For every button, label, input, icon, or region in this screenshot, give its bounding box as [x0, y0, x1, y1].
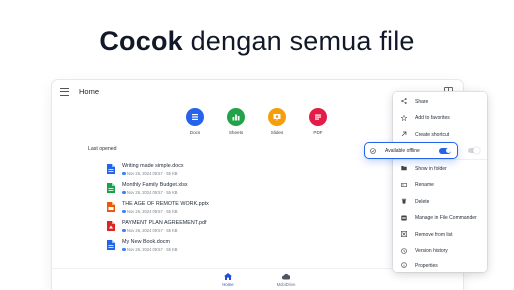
- category-docs[interactable]: Docs: [185, 108, 205, 135]
- file-meta: Nov 26, 2024 09:57 · 55 KB: [127, 208, 178, 214]
- cloud-icon: [122, 248, 126, 251]
- cloud-icon: [122, 210, 126, 213]
- category-label: PDF: [313, 130, 323, 135]
- star-icon: [401, 114, 407, 121]
- info-icon: [401, 262, 407, 268]
- shortcut-icon: [401, 131, 407, 137]
- menu-label: Create shortcut: [415, 131, 450, 138]
- offline-icon: [370, 147, 376, 154]
- menu-label: Add to favorites: [415, 115, 450, 121]
- file-name: THE AGE OF REMOTE WORK.pptx: [122, 201, 209, 207]
- file-row[interactable]: Monthly Family Budget.xlsx Nov 26, 2024 …: [107, 181, 277, 200]
- nav-home[interactable]: Home: [213, 273, 243, 287]
- cloud-icon: [122, 172, 126, 175]
- file-meta: Nov 26, 2024 09:57 · 55 KB: [127, 246, 178, 252]
- file-meta: Nov 26, 2024 09:57 · 55 KB: [127, 189, 178, 195]
- file-meta: Nov 26, 2024 09:57 · 55 KB: [127, 227, 178, 233]
- menu-label: Delete: [415, 198, 430, 205]
- menu-item-favorites[interactable]: Add to favorites: [393, 110, 487, 127]
- available-offline-toggle[interactable]: [439, 147, 451, 154]
- offline-toggle-underlay: [468, 146, 480, 154]
- cloud-icon: [122, 191, 126, 194]
- category-sheets[interactable]: Sheets: [226, 108, 246, 135]
- file-name: Writing made simple.docx: [122, 163, 184, 169]
- trash-icon: [401, 198, 407, 204]
- file-row[interactable]: Writing made simple.docx Nov 26, 2024 09…: [107, 162, 277, 181]
- menu-item-shortcut[interactable]: Create shortcut: [393, 126, 487, 143]
- menu-item-available-offline[interactable]: Available offline: [364, 142, 458, 159]
- file-name: Monthly Family Budget.xlsx: [122, 182, 188, 188]
- menu-label: Share: [415, 98, 429, 105]
- doc-file-icon: [107, 164, 115, 174]
- category-label: Sheets: [228, 130, 244, 135]
- cloud-drive-icon: [282, 273, 290, 280]
- headline-rest: dengan semua file: [182, 26, 415, 56]
- nav-label: Home: [222, 282, 234, 287]
- menu-label: Remove from list: [415, 231, 453, 238]
- slides-icon: [268, 108, 286, 126]
- pdf-file-icon: [107, 221, 115, 231]
- menu-label: Properties: [415, 262, 438, 269]
- menu-label: Manage in File Commander: [415, 215, 477, 221]
- docs-icon: [186, 108, 204, 126]
- doc-file-icon: [107, 240, 115, 250]
- file-row[interactable]: PAYMENT PLAN AGREEMENT.pdf Nov 26, 2024 …: [107, 219, 277, 238]
- nav-mobidrive[interactable]: MobiDrive: [271, 273, 301, 287]
- category-label: Slides: [270, 130, 284, 135]
- headline: Cocok dengan semua file: [0, 26, 514, 57]
- sheet-file-icon: [107, 183, 115, 193]
- section-title: Last opened: [88, 146, 117, 152]
- history-icon: [401, 247, 407, 254]
- category-slides[interactable]: Slides: [267, 108, 287, 135]
- menu-item-rename[interactable]: Rename: [393, 177, 487, 194]
- remove-icon: [401, 231, 407, 237]
- menu-item-remove[interactable]: Remove from list: [393, 226, 487, 243]
- cloud-icon: [122, 229, 126, 232]
- category-shortcuts: Docs Sheets Slides PDF: [185, 108, 328, 135]
- file-row[interactable]: My New Book.docm Nov 26, 2024 09:57 · 55…: [107, 238, 277, 257]
- menu-item-share[interactable]: Share: [393, 93, 487, 110]
- share-icon: [401, 98, 407, 104]
- menu-label: Version history: [415, 248, 448, 254]
- menu-label: Available offline: [385, 148, 420, 154]
- page-title: Home: [79, 87, 100, 96]
- headline-bold: Cocok: [99, 26, 183, 56]
- menu-item-show-in-folder[interactable]: Show in folder: [393, 160, 487, 177]
- rename-icon: [401, 182, 407, 187]
- slide-file-icon: [107, 202, 115, 212]
- menu-item-delete[interactable]: Delete: [393, 193, 487, 210]
- file-row[interactable]: THE AGE OF REMOTE WORK.pptx Nov 26, 2024…: [107, 200, 277, 219]
- category-pdf[interactable]: PDF: [308, 108, 328, 135]
- menu-label: Rename: [415, 182, 434, 188]
- sheets-icon: [227, 108, 245, 126]
- menu-item-properties[interactable]: Properties: [393, 257, 487, 274]
- pdf-icon: [309, 108, 327, 126]
- folder-icon: [401, 166, 407, 171]
- category-label: Docs: [189, 130, 201, 135]
- file-name: PAYMENT PLAN AGREEMENT.pdf: [122, 220, 207, 226]
- file-name: My New Book.docm: [122, 239, 170, 245]
- recent-files-list: Writing made simple.docx Nov 26, 2024 09…: [107, 162, 277, 257]
- file-meta: Nov 26, 2024 09:57 · 55 KB: [127, 170, 178, 176]
- context-menu: Share Add to favorites Create shortcut S…: [393, 92, 487, 272]
- menu-label: Show in folder: [415, 165, 447, 172]
- file-commander-icon: [401, 215, 407, 220]
- menu-icon[interactable]: [60, 88, 69, 96]
- menu-item-file-commander[interactable]: Manage in File Commander: [393, 210, 487, 227]
- home-icon: [224, 273, 232, 280]
- nav-label: MobiDrive: [276, 282, 296, 287]
